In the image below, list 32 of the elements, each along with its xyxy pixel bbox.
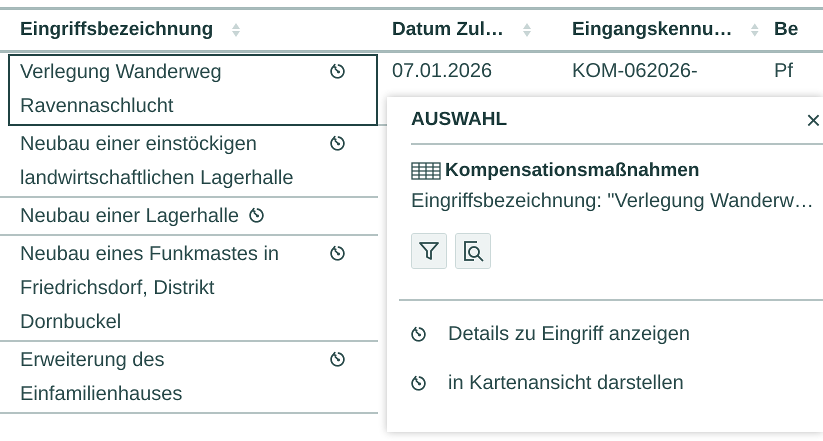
column-header[interactable]: Eingangskennu… [558, 10, 760, 53]
filter-icon [418, 240, 440, 262]
column-label: Eingriffsbezeichnung [20, 19, 214, 41]
filter-button[interactable] [411, 233, 447, 269]
column-header[interactable]: Be [760, 10, 823, 53]
column-label: Be [774, 19, 798, 41]
go-icon [330, 351, 347, 368]
go-icon [411, 326, 428, 343]
table-cell[interactable]: Neubau einer einstöckigen landwirtschaftlichen Lagerhalle [0, 126, 378, 198]
column-label: Datum Zul… [392, 19, 504, 41]
document-search-icon [461, 239, 485, 263]
sort-icon [231, 22, 242, 38]
preview-button[interactable] [455, 233, 491, 269]
sort-icon [522, 22, 532, 38]
table-cell[interactable]: Neubau einer Lagerhalle [0, 198, 378, 236]
column-header[interactable]: Eingriffsbezeichnung [0, 10, 378, 53]
table-icon [411, 162, 441, 180]
menu-item[interactable]: Details zu Eingriff anzeigen [411, 323, 690, 346]
go-icon [411, 375, 428, 392]
sort-icon [750, 22, 760, 38]
go-icon [249, 207, 266, 224]
column-header[interactable]: Datum Zul… [378, 10, 558, 53]
section-heading: Kompensationsmaßnahmen [445, 160, 700, 182]
table-cell[interactable]: Verlegung Wanderweg Ravennaschlucht [8, 54, 378, 126]
go-icon [330, 135, 347, 152]
table-cell[interactable]: Erweiterung des Einfamilienhauses [0, 342, 378, 414]
menu-item[interactable]: in Kartenansicht darstellen [411, 372, 684, 395]
go-icon [330, 245, 347, 262]
filter-description: Eingriffsbezeichnung: "Verlegung Wanderw… [411, 190, 815, 213]
table-cell[interactable]: Neubau eines Funkmastes in Friedrichsdorf, Distrikt Dornbuckel [0, 236, 378, 342]
go-icon [330, 63, 347, 80]
column-label: Eingangskennu… [572, 19, 732, 41]
